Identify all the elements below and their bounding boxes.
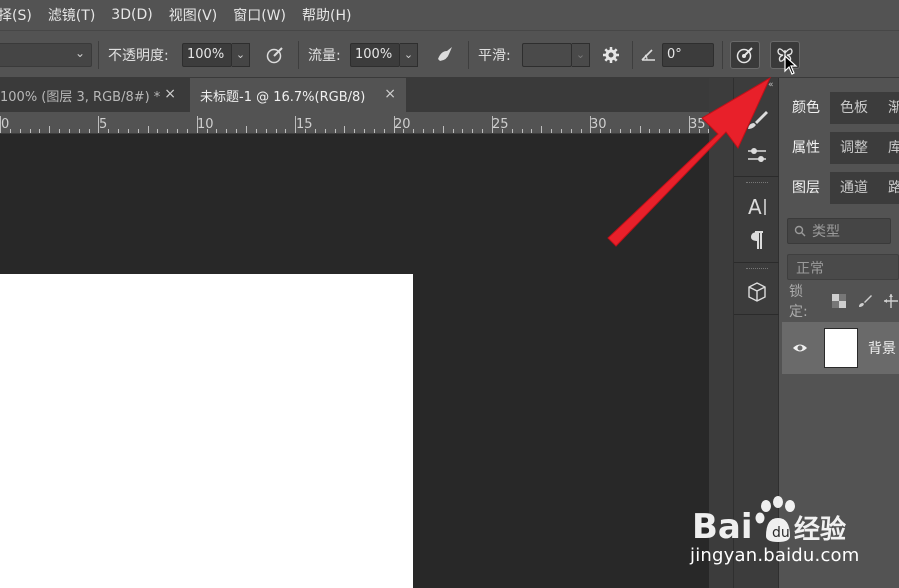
- ruler-label: 25: [492, 117, 509, 132]
- layer-thumbnail: [824, 328, 858, 368]
- menu-filter[interactable]: 滤镜(T): [48, 5, 95, 25]
- ruler-label: 20: [394, 117, 411, 132]
- flow-input[interactable]: 100%: [350, 43, 400, 67]
- 3d-cube-icon[interactable]: [742, 278, 772, 306]
- menu-3d[interactable]: 3D(D): [111, 7, 152, 23]
- menu-view[interactable]: 视图(V): [169, 5, 218, 25]
- ruler-label: 10: [197, 117, 214, 132]
- mouse-cursor-icon: [784, 55, 798, 75]
- divider: [298, 41, 299, 69]
- document-canvas[interactable]: [0, 274, 413, 588]
- eye-visibility-icon[interactable]: [792, 340, 808, 356]
- ruler-label: 35: [689, 117, 706, 132]
- ruler-label: 5: [99, 117, 107, 132]
- grip-icon[interactable]: [746, 268, 768, 271]
- opacity-label: 不透明度:: [108, 48, 169, 64]
- svg-text:A: A: [748, 195, 762, 217]
- blend-mode-dropdown[interactable]: 正常: [787, 254, 899, 280]
- smoothing-label: 平滑:: [478, 48, 511, 64]
- tab-document-1[interactable]: 100% (图层 3, RGB/8#) * ×: [0, 78, 186, 112]
- divider: [468, 41, 469, 69]
- close-icon[interactable]: ×: [384, 86, 396, 102]
- tab-channels[interactable]: 通道: [830, 172, 878, 204]
- ruler-label: 0: [1, 117, 9, 132]
- tab-color[interactable]: 颜色: [782, 92, 830, 124]
- menu-select[interactable]: 择(S): [0, 5, 32, 25]
- divider: [734, 314, 780, 315]
- ruler-label: 15: [296, 117, 313, 132]
- tab-layers[interactable]: 图层: [782, 172, 830, 204]
- filter-placeholder: 类型: [812, 224, 840, 240]
- divider: [734, 262, 780, 263]
- lock-label: 锁定:: [789, 284, 808, 320]
- divider: [98, 41, 99, 69]
- tab-label: 未标题-1 @ 16.7%(RGB/8): [200, 90, 366, 105]
- angle-icon: [636, 43, 662, 67]
- brush-icon[interactable]: [742, 106, 772, 134]
- lock-transparency-icon[interactable]: [831, 293, 847, 309]
- lock-pixels-brush-icon[interactable]: [857, 293, 873, 309]
- paragraph-icon[interactable]: [742, 226, 772, 254]
- svg-text:经验: 经验: [794, 514, 846, 545]
- menu-window[interactable]: 窗口(W): [233, 5, 286, 25]
- flow-label: 流量:: [308, 48, 341, 64]
- ruler-label: 30: [590, 117, 607, 132]
- airbrush-icon[interactable]: [432, 43, 458, 67]
- pressure-opacity-icon[interactable]: [262, 43, 288, 67]
- opacity-input[interactable]: 100%: [182, 43, 232, 67]
- divider: [632, 41, 633, 69]
- grip-icon[interactable]: [746, 182, 768, 185]
- smoothing-input[interactable]: [522, 43, 572, 67]
- brush-preset-dropdown[interactable]: ⌄: [0, 43, 92, 67]
- flow-dropdown-button[interactable]: ⌄: [400, 43, 418, 67]
- horizontal-ruler[interactable]: 0 5 10 15 20 25 30 35: [0, 112, 709, 134]
- layer-row-background[interactable]: 背景: [782, 322, 899, 374]
- gear-icon[interactable]: [598, 43, 624, 67]
- brush-settings-icon[interactable]: [742, 140, 772, 168]
- menu-help[interactable]: 帮助(H): [302, 5, 351, 25]
- tab-paths[interactable]: 路: [878, 172, 899, 204]
- tab-document-2[interactable]: 未标题-1 @ 16.7%(RGB/8) ×: [190, 78, 406, 112]
- layer-filter-dropdown[interactable]: 类型: [787, 218, 891, 244]
- tab-properties[interactable]: 属性: [782, 132, 830, 164]
- close-icon[interactable]: ×: [164, 86, 176, 102]
- layers-panel-tabs: 图层 通道 路: [782, 172, 899, 204]
- tab-gradients[interactable]: 渐: [878, 92, 899, 124]
- document-tab-bar: 100% (图层 3, RGB/8#) * × 未标题-1 @ 16.7%(RG…: [0, 78, 709, 112]
- color-panel-tabs: 颜色 色板 渐: [782, 92, 899, 124]
- divider: [722, 41, 723, 69]
- tab-swatches[interactable]: 色板: [830, 92, 878, 124]
- watermark-url: jingyan.baidu.com: [690, 545, 860, 566]
- smoothing-dropdown-button[interactable]: ⌄: [572, 43, 590, 67]
- tab-label: 100% (图层 3, RGB/8#) *: [0, 90, 161, 105]
- angle-input[interactable]: 0°: [662, 43, 714, 67]
- pressure-size-toggle-button[interactable]: [730, 41, 760, 69]
- layer-name: 背景: [868, 341, 896, 357]
- tab-libraries[interactable]: 库: [878, 132, 899, 164]
- svg-text:Bai: Bai: [692, 507, 753, 547]
- character-icon[interactable]: A: [742, 192, 772, 220]
- lock-position-move-icon[interactable]: [883, 293, 899, 309]
- options-bar: ⌄ 不透明度: 100% ⌄ 流量: 100% ⌄ 平滑: ⌄ 0°: [0, 30, 899, 78]
- chevron-down-icon: ⌄: [74, 46, 85, 60]
- menu-bar: 择(S) 滤镜(T) 3D(D) 视图(V) 窗口(W) 帮助(H): [0, 0, 899, 30]
- tab-adjustments[interactable]: 调整: [830, 132, 878, 164]
- collapse-panels-icon[interactable]: «: [768, 80, 774, 90]
- svg-text:du: du: [772, 525, 790, 541]
- search-icon: [794, 225, 806, 237]
- canvas-workspace[interactable]: [0, 134, 709, 588]
- properties-panel-tabs: 属性 调整 库: [782, 132, 899, 164]
- opacity-dropdown-button[interactable]: ⌄: [232, 43, 250, 67]
- divider: [734, 176, 780, 177]
- lock-row: 锁定:: [789, 284, 899, 320]
